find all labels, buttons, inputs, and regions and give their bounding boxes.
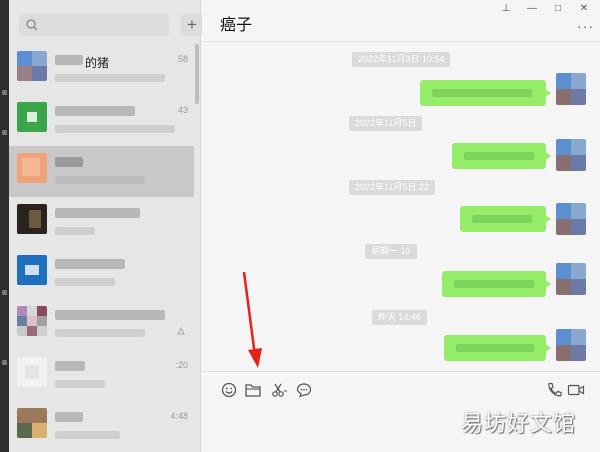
more-options-button[interactable]: ··· — [577, 18, 594, 34]
contact-avatar — [17, 51, 47, 81]
timestamp: 2022年11月3日 10:54 — [352, 52, 451, 67]
search-box[interactable] — [19, 14, 169, 36]
name-blur — [55, 106, 135, 116]
contact-item-selected[interactable] — [9, 146, 194, 197]
message-preview — [55, 227, 95, 235]
message-preview — [55, 329, 145, 337]
name-blur — [55, 208, 140, 218]
contact-time: 43 — [177, 105, 188, 115]
message-preview — [55, 176, 145, 184]
pin-button[interactable]: ⊥ — [496, 2, 516, 16]
name-blur — [55, 310, 165, 320]
red-arrow-annotation — [242, 271, 262, 368]
contact-list: 的猪 58 43:20 4:48 — [9, 44, 201, 452]
video-icon[interactable] — [567, 381, 585, 399]
plus-icon: + — [187, 15, 197, 34]
my-avatar[interactable] — [556, 139, 586, 171]
nav-dot[interactable] — [2, 130, 7, 135]
contact-item[interactable]: 的猪 58 — [9, 44, 194, 95]
contact-avatar — [17, 153, 47, 183]
name-blur — [55, 361, 85, 371]
timestamp: 星期一 16 — [365, 244, 417, 259]
wechat-window: + 的猪 58 43:20 4:48 癌子 ⊥ — □ ✕ ··· 2022年… — [0, 0, 600, 452]
contact-item[interactable]: 43 — [9, 95, 194, 146]
contact-name: 的猪 — [85, 56, 110, 70]
mute-icon — [177, 327, 185, 335]
timestamp: 2022年11月5日 22 — [349, 180, 435, 195]
contact-list-panel: + 的猪 58 43:20 4:48 — [9, 0, 203, 452]
window-controls: ⊥ — □ ✕ — [496, 2, 594, 16]
timestamp: 2022年11月5日 — [349, 116, 423, 131]
chat-title-bar: 癌子 ⊥ — □ ✕ ··· — [202, 0, 600, 42]
search-row: + — [19, 14, 203, 38]
close-button[interactable]: ✕ — [574, 2, 594, 16]
contact-avatar — [17, 255, 47, 285]
contact-time: 4:48 — [170, 411, 188, 421]
name-blur — [55, 259, 125, 269]
phone-icon[interactable] — [545, 381, 563, 399]
contact-avatar — [17, 357, 47, 387]
chat-title: 癌子 — [220, 17, 253, 34]
search-icon — [26, 19, 38, 31]
contact-item[interactable]: 4:48 — [9, 401, 194, 452]
message-bubble[interactable] — [460, 206, 551, 232]
contact-item[interactable] — [9, 197, 194, 248]
name-blur — [55, 55, 83, 65]
message-bubble[interactable] — [442, 271, 551, 297]
input-toolbar — [202, 371, 600, 407]
add-chat-button[interactable]: + — [181, 14, 203, 36]
contact-avatar — [17, 408, 47, 438]
message-preview — [55, 431, 120, 439]
minimize-button[interactable]: — — [522, 2, 542, 16]
message-bubble[interactable] — [452, 143, 551, 169]
message-preview — [55, 74, 165, 82]
search-input[interactable] — [41, 16, 161, 34]
contact-item[interactable]: :20 — [9, 350, 194, 401]
contact-avatar — [17, 102, 47, 132]
contact-item[interactable] — [9, 248, 194, 299]
message-preview — [55, 125, 175, 133]
chat-pane: 癌子 ⊥ — □ ✕ ··· 2022年11月3日 10:54 2022年11月… — [202, 0, 600, 452]
message-bubble[interactable] — [444, 335, 551, 361]
contact-avatar — [17, 204, 47, 234]
navigation-strip — [0, 0, 9, 452]
chat-bubble-icon[interactable] — [295, 381, 313, 399]
folder-icon[interactable] — [244, 381, 262, 399]
my-avatar[interactable] — [556, 203, 586, 235]
nav-dot[interactable] — [2, 290, 7, 295]
watermark-text: 易坊好文馆 — [460, 411, 576, 436]
message-preview — [55, 278, 115, 286]
contact-avatar — [17, 306, 47, 336]
timestamp: 昨天 14:46 — [372, 310, 428, 325]
nav-dot[interactable] — [2, 360, 7, 365]
scissors-icon[interactable] — [270, 381, 288, 399]
nav-dot[interactable] — [2, 90, 7, 95]
my-avatar[interactable] — [556, 73, 586, 105]
message-preview — [55, 380, 105, 388]
contact-list-scrollbar[interactable] — [195, 44, 199, 104]
name-blur — [55, 412, 83, 422]
emoji-icon[interactable] — [220, 381, 238, 399]
contact-time: :20 — [175, 360, 188, 370]
name-blur — [55, 157, 83, 167]
my-avatar[interactable] — [556, 263, 586, 295]
my-avatar[interactable] — [556, 329, 586, 361]
message-bubble[interactable] — [420, 80, 551, 106]
contact-item[interactable] — [9, 299, 194, 350]
maximize-button[interactable]: □ — [548, 2, 568, 16]
contact-time: 58 — [177, 54, 188, 64]
